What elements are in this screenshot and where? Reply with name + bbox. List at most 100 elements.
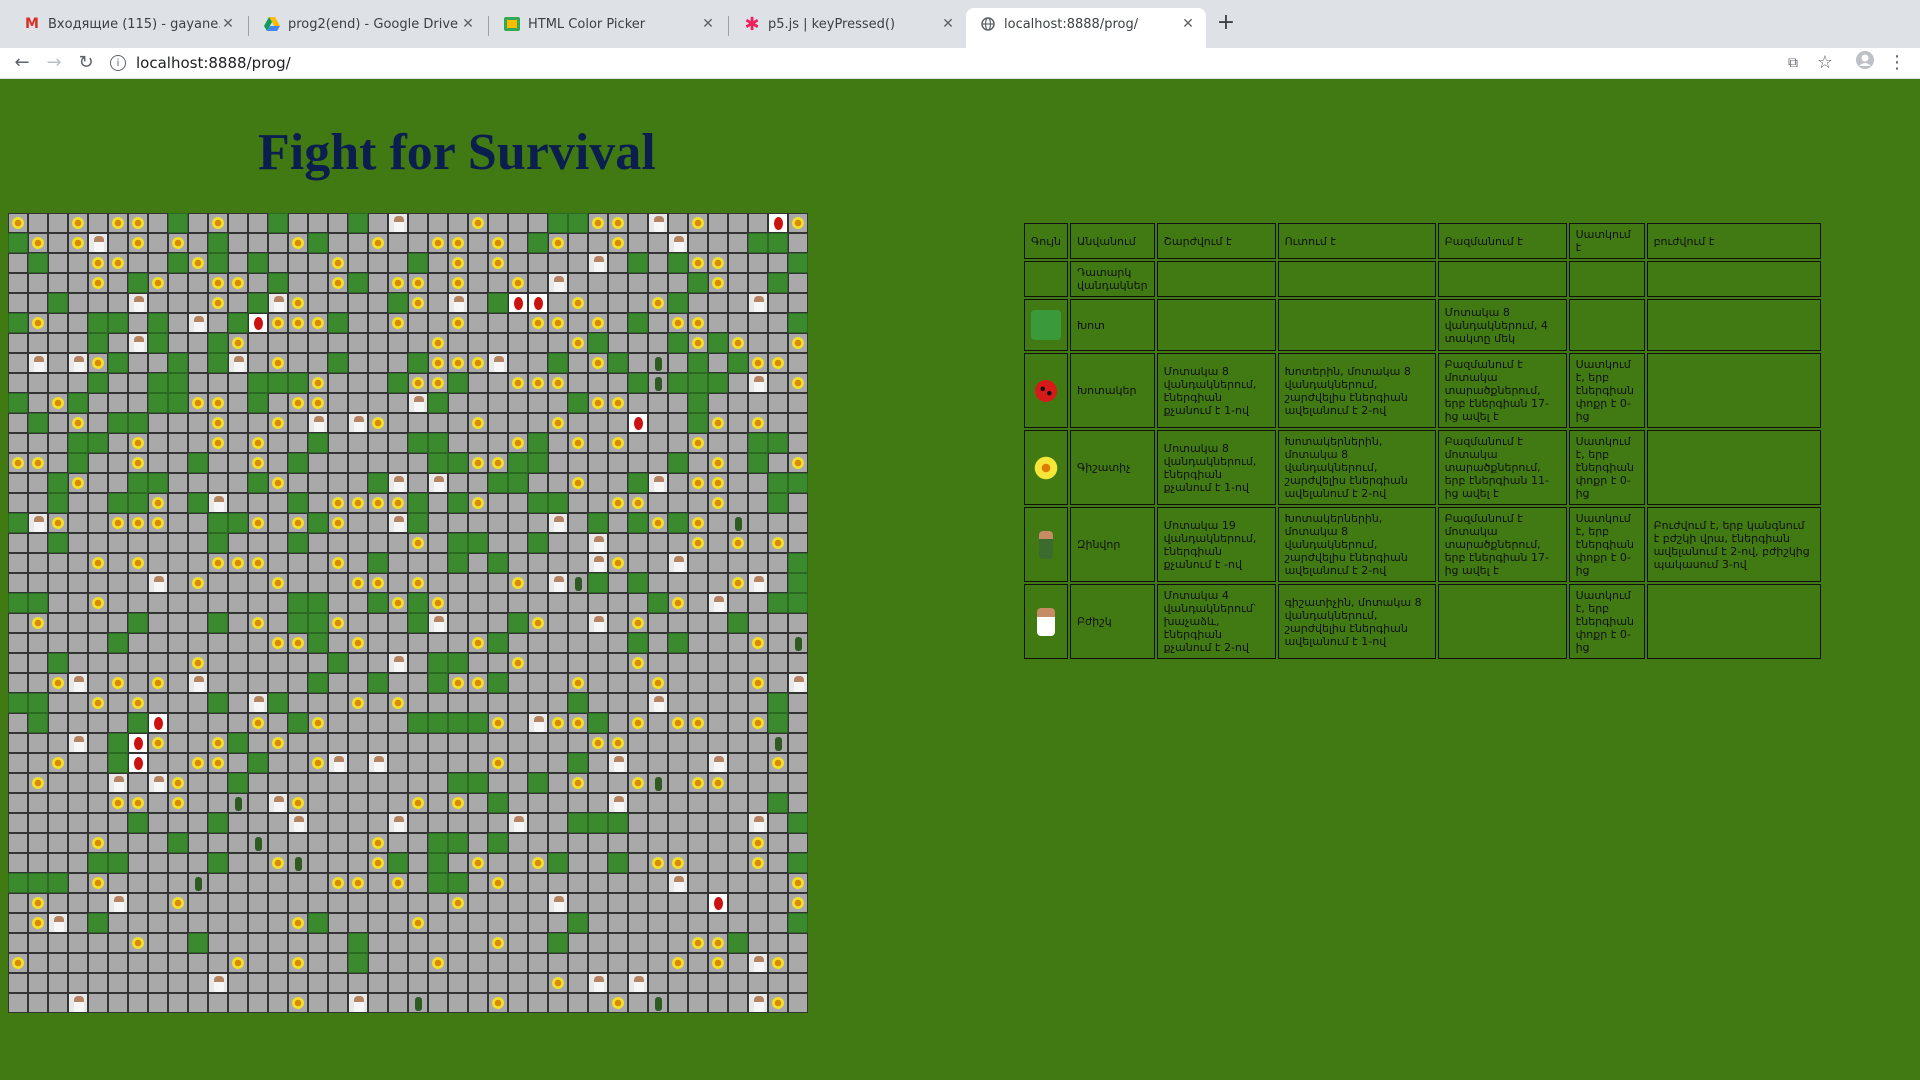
tab-gmail[interactable]: M Входящие (115) - gayane.o1.y@ ✕	[10, 8, 246, 40]
translate-icon[interactable]: ⧉	[1781, 51, 1805, 75]
dies-cell: Սատկում է, երբ էներգիան փոքր է 0-ից	[1568, 430, 1645, 505]
star-icon[interactable]: ☆	[1813, 51, 1837, 75]
address-bar[interactable]: i localhost:8888/prog/	[110, 50, 1790, 76]
empty-cell	[368, 273, 388, 293]
doctor-cell	[588, 253, 608, 273]
grass-cell	[788, 913, 808, 933]
close-icon[interactable]: ✕	[940, 16, 956, 32]
doctor-cell	[248, 693, 268, 713]
tab-title: HTML Color Picker	[528, 16, 646, 32]
empty-cell	[128, 953, 148, 973]
empty-cell	[368, 933, 388, 953]
flower-cell	[348, 573, 368, 593]
empty-cell	[268, 813, 288, 833]
new-tab-button[interactable]: +	[1214, 12, 1238, 36]
empty-cell	[588, 893, 608, 913]
flower-cell	[208, 733, 228, 753]
grass-cell	[548, 213, 568, 233]
menu-icon[interactable]: ⋮	[1885, 51, 1909, 75]
empty-cell	[628, 833, 648, 853]
empty-cell	[568, 653, 588, 673]
soldier-cell	[248, 833, 268, 853]
flower-cell	[308, 713, 328, 733]
flower-cell	[288, 313, 308, 333]
flower-cell	[28, 313, 48, 333]
empty-cell	[408, 333, 428, 353]
empty-cell	[468, 233, 488, 253]
empty-cell	[788, 273, 808, 293]
forward-icon[interactable]: →	[42, 51, 66, 75]
empty-cell	[388, 433, 408, 453]
ladybug-cell	[128, 733, 148, 753]
empty-cell	[68, 633, 88, 653]
empty-cell	[768, 333, 788, 353]
empty-cell	[308, 993, 328, 1013]
reload-icon[interactable]: ↻	[74, 51, 98, 75]
empty-cell	[508, 713, 528, 733]
eats-cell: Խոտակերներին, մոտակա 8 վանդակներում, շար…	[1277, 507, 1436, 582]
empty-cell	[728, 713, 748, 733]
empty-cell	[668, 753, 688, 773]
empty-cell	[508, 893, 528, 913]
flower-cell	[608, 393, 628, 413]
empty-cell	[48, 613, 68, 633]
flower-cell	[368, 573, 388, 593]
empty-cell	[268, 593, 288, 613]
flower-cell	[668, 953, 688, 973]
empty-cell	[488, 593, 508, 613]
empty-cell	[468, 373, 488, 393]
close-icon[interactable]: ✕	[700, 16, 716, 32]
flower-cell	[748, 673, 768, 693]
moves-cell	[1156, 261, 1276, 297]
tab-p5js[interactable]: ✱ p5.js | keyPressed() ✕	[730, 8, 966, 40]
flower-cell	[308, 393, 328, 413]
empty-cell	[208, 453, 228, 473]
empty-cell	[248, 333, 268, 353]
close-icon[interactable]: ✕	[1180, 16, 1196, 32]
back-icon[interactable]: ←	[10, 51, 34, 75]
empty-cell	[588, 833, 608, 853]
empty-cell	[708, 293, 728, 313]
empty-cell	[8, 473, 28, 493]
doctor-cell	[388, 513, 408, 533]
tab-localhost[interactable]: localhost:8888/prog/ ✕	[966, 8, 1206, 48]
tab-google-drive[interactable]: prog2(end) - Google Drive ✕	[250, 8, 486, 40]
flower-cell	[148, 673, 168, 693]
empty-cell	[608, 633, 628, 653]
empty-cell	[28, 633, 48, 653]
empty-cell	[748, 533, 768, 553]
empty-cell	[708, 713, 728, 733]
flower-cell	[548, 373, 568, 393]
empty-cell	[468, 293, 488, 313]
grass-cell	[348, 273, 368, 293]
close-icon[interactable]: ✕	[220, 16, 236, 32]
empty-cell	[288, 553, 308, 573]
empty-cell	[448, 633, 468, 653]
grass-cell	[588, 813, 608, 833]
empty-cell	[328, 793, 348, 813]
empty-cell	[628, 753, 648, 773]
account-icon[interactable]	[1853, 51, 1877, 75]
empty-cell	[568, 593, 588, 613]
close-icon[interactable]: ✕	[460, 16, 476, 32]
grass-cell	[748, 453, 768, 473]
grass-cell	[368, 473, 388, 493]
tab-html-color-picker[interactable]: HTML Color Picker ✕	[490, 8, 726, 40]
game-canvas[interactable]	[8, 213, 808, 1013]
url-text[interactable]: localhost:8888/prog/	[136, 54, 291, 72]
empty-cell	[308, 773, 328, 793]
empty-cell	[548, 993, 568, 1013]
flower-cell	[748, 833, 768, 853]
empty-cell	[68, 313, 88, 333]
empty-cell	[408, 673, 428, 693]
empty-cell	[348, 593, 368, 613]
empty-cell	[468, 933, 488, 953]
info-icon[interactable]: i	[110, 55, 126, 71]
empty-cell	[228, 753, 248, 773]
doctor-cell	[748, 993, 768, 1013]
empty-cell	[788, 973, 808, 993]
empty-cell	[748, 593, 768, 613]
empty-cell	[108, 813, 128, 833]
empty-cell	[488, 393, 508, 413]
flower-cell	[768, 993, 788, 1013]
